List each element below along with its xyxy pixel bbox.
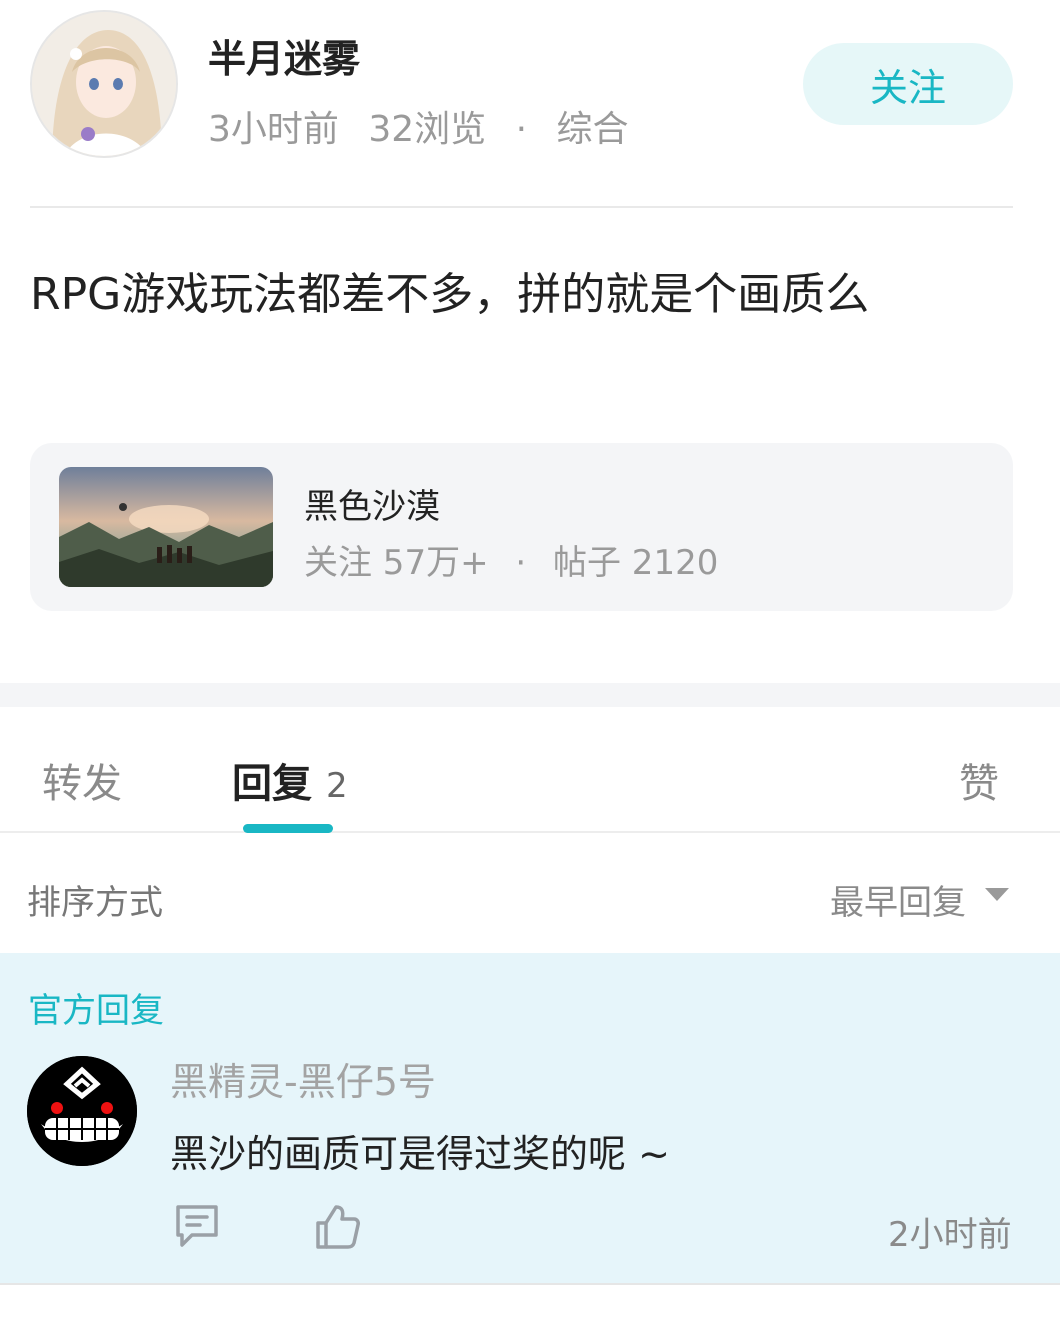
post-category[interactable]: 综合 — [557, 109, 629, 150]
sort-row: 排序方式 最早回复 — [0, 835, 1060, 953]
header-divider — [30, 206, 1013, 208]
interaction-tabs: 转发 回复 2 赞 — [0, 707, 1060, 833]
meta-separator: · — [515, 109, 528, 150]
reply-content: 黑沙的画质可是得过奖的呢 ~ — [170, 1132, 670, 1176]
author-name[interactable]: 半月迷雾 — [208, 28, 360, 83]
author-meta: 3小时前 32浏览 · 综合 — [208, 100, 629, 152]
tab-reply-count: 2 — [326, 766, 348, 806]
stats-separator: · — [515, 543, 527, 583]
reply-divider — [0, 1283, 1060, 1285]
comment-icon[interactable] — [172, 1201, 222, 1251]
reply-time: 2小时前 — [888, 1215, 1012, 1255]
game-posts: 帖子 2120 — [553, 543, 719, 583]
reply-user-avatar[interactable] — [27, 1056, 137, 1166]
game-followers: 关注 57万+ — [304, 543, 489, 583]
game-name: 黑色沙漠 — [304, 487, 440, 527]
game-stats: 关注 57万+ · 帖子 2120 — [304, 535, 718, 584]
post-time: 3小时前 — [208, 109, 339, 150]
follow-button[interactable]: 关注 — [803, 43, 1013, 125]
thumbs-up-icon[interactable] — [312, 1201, 362, 1251]
chevron-down-icon[interactable] — [985, 888, 1009, 901]
reply-actions: 2小时前 — [0, 1201, 1060, 1261]
post-views: 32浏览 — [368, 109, 487, 150]
post-author-header: 半月迷雾 3小时前 32浏览 · 综合 关注 — [0, 0, 1060, 208]
game-thumbnail — [59, 467, 273, 587]
section-divider — [0, 683, 1060, 707]
sort-dropdown[interactable]: 最早回复 — [830, 875, 966, 924]
tab-forward[interactable]: 转发 — [42, 751, 122, 809]
tab-reply[interactable]: 回复 2 — [232, 751, 348, 809]
tab-reply-label: 回复 — [232, 761, 312, 807]
post-body-text: RPG游戏玩法都差不多，拼的就是个画质么 — [30, 269, 870, 320]
reply-username[interactable]: 黑精灵-黑仔5号 — [170, 1051, 436, 1106]
game-card[interactable]: 黑色沙漠 关注 57万+ · 帖子 2120 — [30, 443, 1013, 611]
active-tab-indicator — [243, 824, 333, 833]
official-reply-label: 官方回复 — [28, 991, 164, 1031]
author-avatar[interactable] — [30, 10, 178, 158]
official-reply-block: 官方回复 黑精灵-黑仔5号 黑沙的画质可是得过奖的呢 ~ 2小时前 — [0, 953, 1060, 1283]
sort-label: 排序方式 — [27, 883, 163, 923]
tab-like[interactable]: 赞 — [959, 751, 999, 809]
